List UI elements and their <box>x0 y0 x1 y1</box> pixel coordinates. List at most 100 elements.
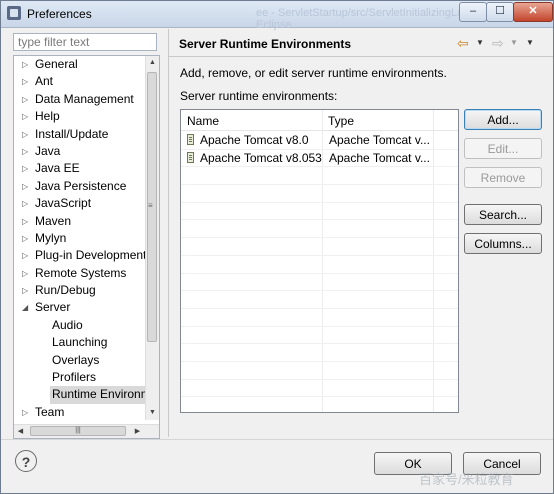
empty-table-row <box>181 273 458 292</box>
collapsed-arrow-icon[interactable]: ▷ <box>22 282 28 299</box>
back-dropdown-icon[interactable]: ▼ <box>476 38 484 47</box>
tree-item-java-ee[interactable]: ▷ Java EE <box>14 160 145 177</box>
empty-table-row <box>181 237 458 256</box>
table-row[interactable]: Apache Tomcat v8.053 Apache Tomcat v... <box>181 149 458 168</box>
maximize-button[interactable]: ☐ <box>486 2 514 22</box>
runtime-table-label: Server runtime environments: <box>180 89 338 103</box>
page-title: Server Runtime Environments <box>179 37 352 51</box>
expanded-arrow-icon[interactable]: ◢ <box>22 299 28 316</box>
scroll-left-icon[interactable]: ◀ <box>14 425 27 438</box>
empty-table-row <box>181 326 458 345</box>
close-button[interactable]: ✕ <box>513 2 553 22</box>
tree-item-help[interactable]: ▷ Help <box>14 108 145 125</box>
tree-item-run-debug[interactable]: ▷ Run/Debug <box>14 282 145 299</box>
scroll-down-icon[interactable]: ▼ <box>146 406 159 420</box>
tree-item-label: Runtime Environm <box>50 386 153 404</box>
tree-item-profilers[interactable]: Profilers <box>14 369 145 386</box>
columns-button[interactable]: Columns... <box>464 233 542 254</box>
tree-item-javascript[interactable]: ▷ JavaScript <box>14 195 145 212</box>
table-header: Name Type <box>181 110 458 131</box>
runtime-table[interactable]: Name Type Apache Tomcat v8.0 Apache Tomca… <box>180 109 459 413</box>
tree-item-label: Server <box>35 300 71 315</box>
edit-button[interactable]: Edit... <box>464 138 542 159</box>
tree-item-mylyn[interactable]: ▷ Mylyn <box>14 230 145 247</box>
empty-table-row <box>181 308 458 327</box>
minimize-button[interactable]: – <box>459 2 487 22</box>
collapsed-arrow-icon[interactable]: ▷ <box>22 56 28 73</box>
grip-icon: ≡ <box>148 201 153 210</box>
remove-button[interactable]: Remove <box>464 167 542 188</box>
tree-item-label: Profilers <box>52 370 97 385</box>
view-menu-icon[interactable]: ▼ <box>526 38 534 47</box>
tree-item-audio[interactable]: Audio <box>14 317 145 334</box>
add-button[interactable]: Add... <box>464 109 542 130</box>
empty-table-row <box>181 379 458 398</box>
empty-table-row <box>181 397 458 413</box>
column-header-type[interactable]: Type <box>328 114 354 128</box>
tree-item-remote-systems[interactable]: ▷ Remote Systems <box>14 265 145 282</box>
empty-table-row <box>181 220 458 239</box>
empty-table-row <box>181 184 458 203</box>
collapsed-arrow-icon[interactable]: ▷ <box>22 404 28 421</box>
tree-item-label: Java Persistence <box>35 178 127 193</box>
tree-item-label: General <box>35 57 78 71</box>
forward-arrow-icon[interactable]: ⇨ <box>492 35 504 52</box>
collapsed-arrow-icon[interactable]: ▷ <box>22 126 28 143</box>
table-row[interactable]: Apache Tomcat v8.0 Apache Tomcat v... <box>181 131 458 150</box>
forward-dropdown-icon[interactable]: ▼ <box>510 38 518 47</box>
tree-item-general[interactable]: ▷ General <box>14 56 145 73</box>
tree-item-ant[interactable]: ▷ Ant <box>14 73 145 90</box>
tree-item-label: Mylyn <box>35 230 67 245</box>
back-arrow-icon[interactable]: ⇦ <box>457 35 469 52</box>
tree-item-java-persistence[interactable]: ▷ Java Persistence <box>14 178 145 195</box>
tree-item-label: Install/Update <box>35 126 109 141</box>
pane-divider[interactable] <box>168 29 169 437</box>
collapsed-arrow-icon[interactable]: ▷ <box>22 73 28 90</box>
collapsed-arrow-icon[interactable]: ▷ <box>22 160 28 177</box>
collapsed-arrow-icon[interactable]: ▷ <box>22 265 28 282</box>
column-header-name[interactable]: Name <box>187 114 219 128</box>
scroll-right-icon[interactable]: ▶ <box>131 425 144 438</box>
tree-item-java[interactable]: ▷ Java <box>14 143 145 160</box>
footer-divider <box>1 439 553 440</box>
collapsed-arrow-icon[interactable]: ▷ <box>22 91 28 108</box>
empty-table-row <box>181 255 458 274</box>
tree-item-plug-in-development[interactable]: ▷ Plug-in Development <box>14 247 146 264</box>
tree-item-runtime-environm[interactable]: Runtime Environm <box>14 386 153 404</box>
tree-item-overlays[interactable]: Overlays <box>14 352 145 369</box>
tree-vertical-scrollbar[interactable]: ▲ ≡ ▼ <box>145 56 159 420</box>
tree-item-data-management[interactable]: ▷ Data Management <box>14 91 145 108</box>
tree-item-label: Remote Systems <box>35 265 127 280</box>
tree-item-label: Help <box>35 109 60 124</box>
collapsed-arrow-icon[interactable]: ▷ <box>22 230 28 247</box>
collapsed-arrow-icon[interactable]: ▷ <box>22 247 28 264</box>
tree-horizontal-scrollbar[interactable]: ◀ ||| ▶ <box>14 424 159 438</box>
empty-table-row <box>181 361 458 380</box>
search-button[interactable]: Search... <box>464 204 542 225</box>
header-divider <box>169 56 553 57</box>
filter-input[interactable] <box>13 33 157 51</box>
scroll-up-icon[interactable]: ▲ <box>146 56 159 70</box>
tree-item-server[interactable]: ◢ Server <box>14 299 145 316</box>
server-runtime-icon <box>187 134 194 145</box>
tree-item-install-update[interactable]: ▷ Install/Update <box>14 126 145 143</box>
collapsed-arrow-icon[interactable]: ▷ <box>22 108 28 125</box>
collapsed-arrow-icon[interactable]: ▷ <box>22 195 28 212</box>
preferences-icon <box>7 6 21 20</box>
collapsed-arrow-icon[interactable]: ▷ <box>22 213 28 230</box>
collapsed-arrow-icon[interactable]: ▷ <box>22 143 28 160</box>
tree-items: ▷ General ▷ Ant ▷ Data Management ▷ Help ▷ Instal… <box>14 56 153 421</box>
preference-tree: ▷ General ▷ Ant ▷ Data Management ▷ Help ▷ Instal… <box>13 55 160 439</box>
tree-item-team[interactable]: ▷ Team <box>14 404 145 421</box>
empty-table-row <box>181 343 458 363</box>
tree-item-launching[interactable]: Launching <box>14 334 145 351</box>
tree-item-maven[interactable]: ▷ Maven <box>14 213 145 230</box>
horizontal-scroll-thumb[interactable]: ||| <box>30 426 126 436</box>
scroll-thumb[interactable]: ≡ <box>147 72 157 342</box>
tree-item-label: Run/Debug <box>35 283 96 298</box>
empty-table-row <box>181 202 458 221</box>
help-icon[interactable]: ? <box>15 450 37 472</box>
runtime-name-cell: Apache Tomcat v8.053 <box>200 150 322 165</box>
tree-item-label: Java <box>35 143 61 158</box>
collapsed-arrow-icon[interactable]: ▷ <box>22 178 28 195</box>
